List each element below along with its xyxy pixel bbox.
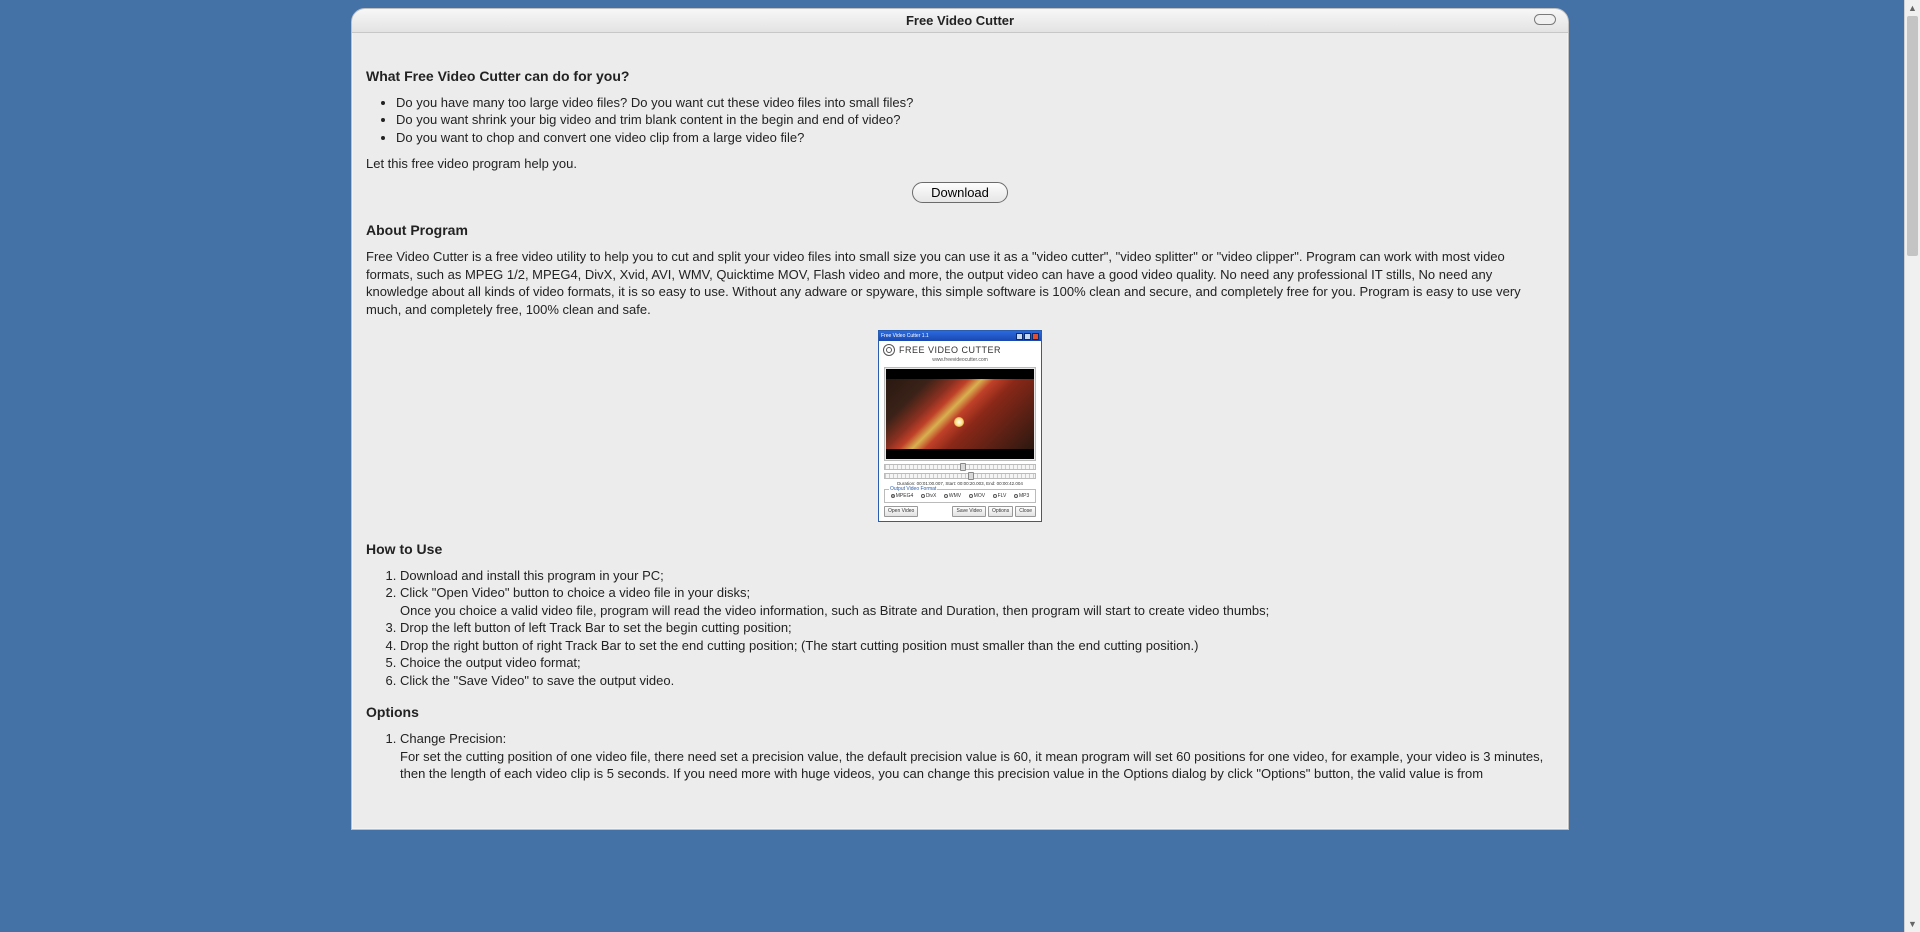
- ss-url: www.freevideocutter.com: [879, 357, 1041, 364]
- howto-list: Download and install this program in you…: [400, 567, 1554, 690]
- radio-icon: [921, 494, 925, 498]
- ss-logo-icon: [883, 344, 895, 356]
- ss-trackbar-bottom: [884, 473, 1036, 479]
- ss-brand-text: FREE VIDEO CUTTER: [899, 344, 1001, 356]
- radio-icon: [944, 494, 948, 498]
- ss-options-button: Options: [988, 506, 1013, 517]
- program-screenshot: Free Video Cutter 1.1 FREE VIDEO CUTTER …: [878, 330, 1042, 521]
- ss-save-button: Save Video: [952, 506, 985, 517]
- section-heading-about: About Program: [366, 221, 1554, 240]
- close-icon: [1032, 333, 1039, 340]
- intro-closing: Let this free video program help you.: [366, 155, 1554, 173]
- bullet-item: Do you have many too large video files? …: [396, 94, 1554, 112]
- page-scrollbar[interactable]: ▲ ▼: [1904, 0, 1920, 932]
- ss-output-format-group: Output Video Format MPEG4 DivX WMV MOV F…: [884, 489, 1036, 503]
- radio-icon: [969, 494, 973, 498]
- radio-icon: [993, 494, 997, 498]
- ss-titlebar: Free Video Cutter 1.1: [879, 331, 1041, 341]
- app-window: Free Video Cutter What Free Video Cutter…: [351, 8, 1569, 830]
- ss-open-button: Open Video: [884, 506, 918, 517]
- minimize-icon: [1016, 333, 1023, 340]
- scroll-thumb[interactable]: [1907, 16, 1918, 256]
- ss-video-panel: [884, 367, 1036, 461]
- maximize-icon: [1024, 333, 1031, 340]
- ss-close-button: Close: [1015, 506, 1036, 517]
- ss-video-frame: [886, 379, 1034, 449]
- ss-title: Free Video Cutter 1.1: [881, 333, 929, 340]
- window-title: Free Video Cutter: [906, 13, 1014, 28]
- page-content: What Free Video Cutter can do for you? D…: [352, 33, 1568, 829]
- options-list: Change Precision: For set the cutting po…: [400, 730, 1554, 783]
- list-item: Download and install this program in you…: [400, 567, 1554, 585]
- list-item: Drop the left button of left Track Bar t…: [400, 619, 1554, 637]
- list-item: Change Precision: For set the cutting po…: [400, 730, 1554, 783]
- ss-group-label: Output Video Format: [889, 486, 937, 493]
- scroll-down-icon[interactable]: ▼: [1905, 916, 1920, 932]
- ss-trackbar-top: [884, 464, 1036, 470]
- intro-bullet-list: Do you have many too large video files? …: [396, 94, 1554, 147]
- scroll-up-icon[interactable]: ▲: [1905, 0, 1920, 16]
- section-heading-whatcan: What Free Video Cutter can do for you?: [366, 67, 1554, 86]
- radio-icon: [1014, 494, 1018, 498]
- about-paragraph: Free Video Cutter is a free video utilit…: [366, 248, 1554, 318]
- list-item: Click "Open Video" button to choice a vi…: [400, 584, 1554, 619]
- section-heading-howto: How to Use: [366, 540, 1554, 559]
- bullet-item: Do you want shrink your big video and tr…: [396, 111, 1554, 129]
- window-control-icon[interactable]: [1534, 14, 1556, 25]
- list-item: Drop the right button of right Track Bar…: [400, 637, 1554, 655]
- bullet-item: Do you want to chop and convert one vide…: [396, 129, 1554, 147]
- download-button[interactable]: Download: [912, 182, 1008, 203]
- radio-icon: [891, 494, 895, 498]
- window-titlebar: Free Video Cutter: [352, 9, 1568, 33]
- list-item: Click the "Save Video" to save the outpu…: [400, 672, 1554, 690]
- section-heading-options: Options: [366, 703, 1554, 722]
- list-item: Choice the output video format;: [400, 654, 1554, 672]
